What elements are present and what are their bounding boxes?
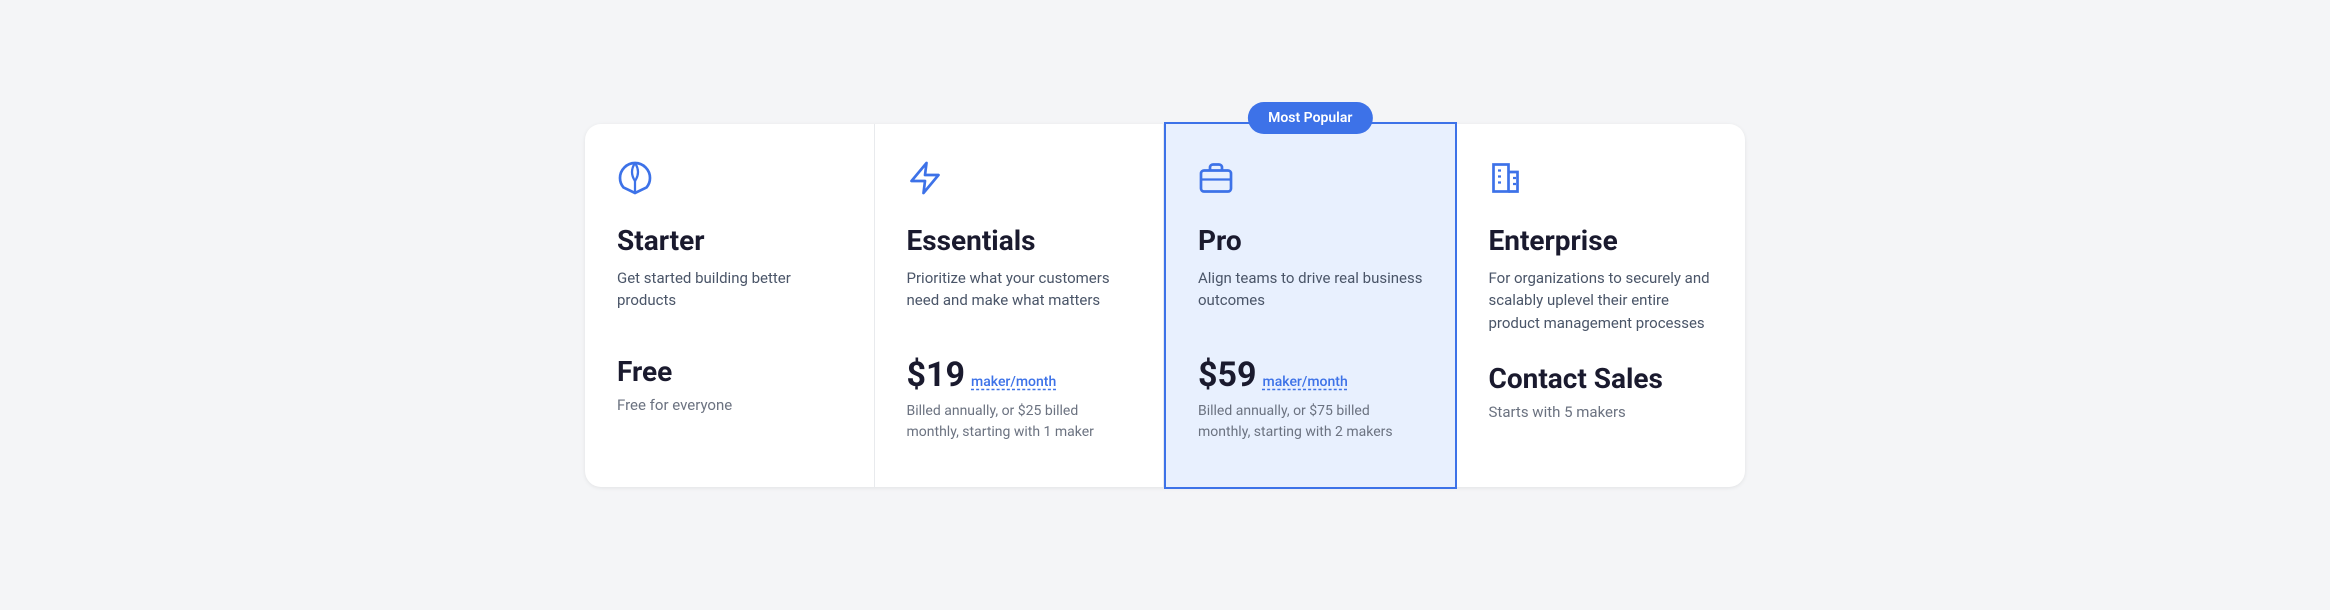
plan-description-essentials: Prioritize what your customers need and … — [907, 267, 1132, 327]
plan-billing-note-essentials: Billed annually, or $25 billed monthly, … — [907, 401, 1132, 443]
plan-price-main-pro: $59 maker/month — [1198, 355, 1423, 395]
plan-card-enterprise: Enterprise For organizations to securely… — [1457, 124, 1746, 487]
price-unit-essentials: maker/month — [971, 374, 1056, 390]
plan-contact-note-enterprise: Starts with 5 makers — [1489, 403, 1714, 421]
plan-description-pro: Align teams to drive real business outco… — [1198, 267, 1423, 327]
plan-name-pro: Pro — [1198, 224, 1423, 257]
plan-price-block-pro: $59 maker/month Billed annually, or $75 … — [1198, 355, 1423, 443]
price-amount-essentials: $19 — [907, 355, 966, 395]
plan-contact-label-enterprise: Contact Sales — [1489, 362, 1714, 395]
plan-billing-note-pro: Billed annually, or $75 billed monthly, … — [1198, 401, 1423, 443]
price-amount-pro: $59 — [1198, 355, 1257, 395]
rocket-icon — [907, 160, 951, 204]
building-icon — [1489, 160, 1533, 204]
plan-card-essentials: Essentials Prioritize what your customer… — [875, 124, 1165, 487]
plan-card-pro: Most Popular Pro Align teams to drive re… — [1164, 122, 1457, 489]
leaf-icon — [617, 160, 661, 204]
plan-free-label-starter: Free — [617, 355, 842, 388]
briefcase-icon — [1198, 160, 1242, 204]
plan-name-enterprise: Enterprise — [1489, 224, 1714, 257]
plan-price-main-essentials: $19 maker/month — [907, 355, 1132, 395]
plan-price-block-essentials: $19 maker/month Billed annually, or $25 … — [907, 355, 1132, 443]
plan-card-starter: Starter Get started building better prod… — [585, 124, 875, 487]
plan-description-enterprise: For organizations to securely and scalab… — [1489, 267, 1714, 335]
plan-name-essentials: Essentials — [907, 224, 1132, 257]
plan-free-note-starter: Free for everyone — [617, 396, 842, 414]
most-popular-badge: Most Popular — [1248, 102, 1372, 134]
pricing-container: Starter Get started building better prod… — [585, 124, 1745, 487]
plan-name-starter: Starter — [617, 224, 842, 257]
price-unit-pro: maker/month — [1263, 374, 1348, 390]
plan-description-starter: Get started building better products — [617, 267, 842, 327]
